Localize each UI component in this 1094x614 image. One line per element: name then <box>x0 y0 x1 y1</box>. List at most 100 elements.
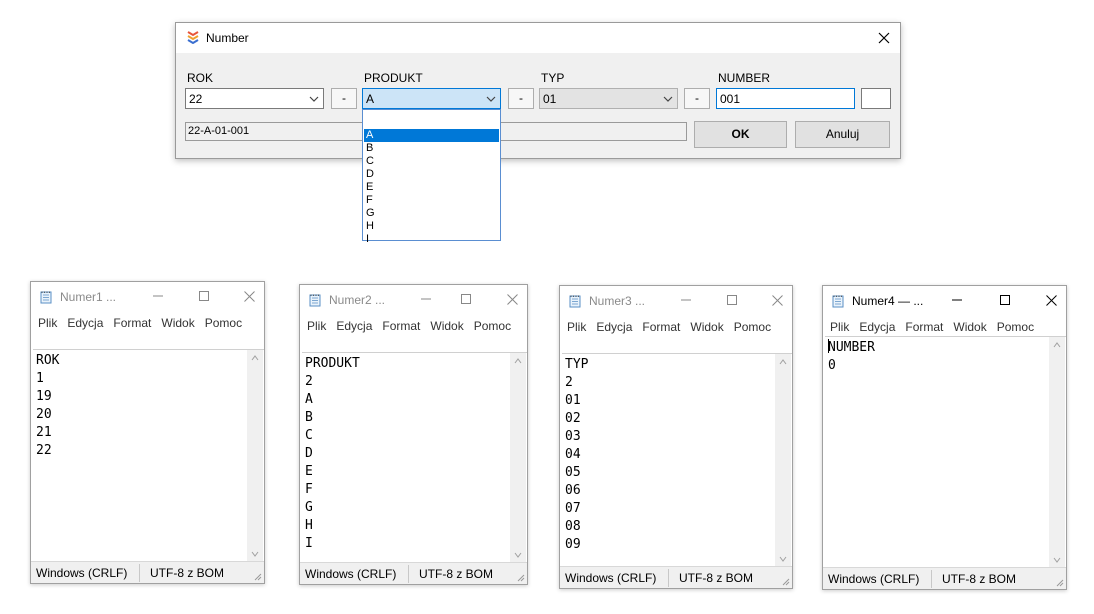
extra-input[interactable] <box>861 88 891 109</box>
menu-item[interactable]: Edycja <box>67 314 103 333</box>
produkt-dropdown-list[interactable]: ABCDEFGHI <box>362 109 501 245</box>
status-divider <box>408 565 409 583</box>
menu-item[interactable]: Pomoc <box>997 318 1034 337</box>
chevron-down-icon <box>486 96 496 102</box>
scroll-down-icon[interactable] <box>513 550 523 560</box>
scroll-up-icon[interactable] <box>778 357 788 367</box>
close-button[interactable] <box>239 286 259 306</box>
text-line: C <box>305 428 313 443</box>
menu-item[interactable]: Format <box>905 318 943 337</box>
scroll-down-icon[interactable] <box>1052 555 1062 565</box>
menu-item[interactable]: Format <box>642 318 680 337</box>
text-editor[interactable]: NUMBER 0 <box>825 336 1066 568</box>
notepad-title: Numer3 ... <box>589 294 646 308</box>
text-line: 03 <box>565 429 581 444</box>
close-button[interactable] <box>1041 290 1061 310</box>
minimize-button[interactable] <box>676 290 696 310</box>
menu-item[interactable]: Pomoc <box>734 318 771 337</box>
scroll-down-icon[interactable] <box>778 554 788 564</box>
menu-item[interactable]: Edycja <box>859 318 895 337</box>
menu-item[interactable]: Edycja <box>336 317 372 336</box>
number-input[interactable]: 001 <box>716 88 855 109</box>
menu-item[interactable]: Plik <box>830 318 849 337</box>
scroll-up-icon[interactable] <box>513 356 523 366</box>
minimize-button[interactable] <box>148 286 168 306</box>
close-button[interactable] <box>872 26 896 50</box>
notepad-window-4: Numer4 — ... Plik Edycja Format Widok Pomoc NU… <box>822 285 1067 590</box>
dropdown-option[interactable]: B <box>364 142 499 155</box>
scroll-up-icon[interactable] <box>250 353 260 363</box>
separator-button-3[interactable]: - <box>684 88 710 109</box>
separator-button-2[interactable]: - <box>508 88 534 109</box>
text-line: TYP <box>565 357 589 372</box>
maximize-icon <box>199 291 209 301</box>
resize-grip-icon[interactable] <box>1056 579 1064 587</box>
ok-button[interactable]: OK <box>694 121 787 148</box>
menu-item[interactable]: Pomoc <box>205 314 242 333</box>
text-line: D <box>305 446 313 461</box>
dropdown-option[interactable]: D <box>364 168 499 181</box>
dropdown-option[interactable]: H <box>364 220 499 233</box>
typ-combobox[interactable]: 01 <box>539 88 678 109</box>
menu-bar: Plik Edycja Format Widok Pomoc <box>830 318 1061 337</box>
dropdown-option[interactable]: G <box>364 207 499 220</box>
dropdown-option[interactable]: A <box>364 129 499 142</box>
scroll-up-icon[interactable] <box>1052 340 1062 350</box>
text-line: 20 <box>36 407 52 422</box>
notepad-title: Numer1 ... <box>60 290 117 304</box>
close-button[interactable] <box>767 290 787 310</box>
minimize-button[interactable] <box>947 290 967 310</box>
menu-item[interactable]: Format <box>382 317 420 336</box>
menu-item[interactable]: Format <box>113 314 151 333</box>
produkt-combobox[interactable]: A <box>362 88 501 109</box>
menu-item[interactable]: Widok <box>430 317 463 336</box>
minimize-button[interactable] <box>416 289 436 309</box>
menu-item[interactable]: Plik <box>307 317 326 336</box>
text-line: I <box>305 536 313 551</box>
vertical-scrollbar[interactable] <box>247 350 263 562</box>
status-divider <box>931 570 932 588</box>
menu-item[interactable]: Widok <box>690 318 723 337</box>
status-line-endings: Windows (CRLF) <box>565 571 657 585</box>
resize-grip-icon[interactable] <box>782 578 790 586</box>
notepad-title: Numer4 — ... <box>852 294 924 308</box>
maximize-button[interactable] <box>995 290 1015 310</box>
status-line-endings: Windows (CRLF) <box>36 566 128 580</box>
vertical-scrollbar[interactable] <box>775 354 791 567</box>
rok-label: ROK <box>187 71 214 85</box>
text-editor[interactable]: ROK 1 19 20 21 22 <box>33 349 264 562</box>
text-editor[interactable]: TYP 2 01 02 03 04 05 06 07 08 09 <box>562 353 792 567</box>
menu-item[interactable]: Plik <box>38 314 57 333</box>
menu-item[interactable]: Pomoc <box>474 317 511 336</box>
dropdown-option[interactable] <box>364 116 499 129</box>
text-line: 05 <box>565 465 581 480</box>
menu-item[interactable]: Edycja <box>596 318 632 337</box>
maximize-button[interactable] <box>456 289 476 309</box>
separator-button-1[interactable]: - <box>331 88 357 109</box>
text-editor[interactable]: PRODUKT 2 A B C D E F G H I <box>302 352 527 563</box>
chevron-down-icon <box>309 96 319 102</box>
text-line: 08 <box>565 519 581 534</box>
dropdown-option[interactable]: I <box>364 233 499 246</box>
text-line: 22 <box>36 443 52 458</box>
dropdown-option[interactable]: F <box>364 194 499 207</box>
cancel-button[interactable]: Anuluj <box>795 121 890 148</box>
vertical-scrollbar[interactable] <box>510 353 526 563</box>
maximize-button[interactable] <box>722 290 742 310</box>
resize-grip-icon[interactable] <box>517 574 525 582</box>
dropdown-option[interactable]: E <box>364 181 499 194</box>
menu-item[interactable]: Widok <box>161 314 194 333</box>
maximize-button[interactable] <box>194 286 214 306</box>
status-bar: Windows (CRLF) UTF-8 z BOM <box>560 566 792 588</box>
menu-item[interactable]: Plik <box>567 318 586 337</box>
maximize-icon <box>727 295 737 305</box>
resize-grip-icon[interactable] <box>254 573 262 581</box>
status-bar: Windows (CRLF) UTF-8 z BOM <box>823 567 1066 589</box>
close-button[interactable] <box>502 289 522 309</box>
dropdown-option[interactable]: C <box>364 155 499 168</box>
menu-item[interactable]: Widok <box>953 318 986 337</box>
vertical-scrollbar[interactable] <box>1049 337 1065 568</box>
scroll-down-icon[interactable] <box>250 549 260 559</box>
rok-combobox[interactable]: 22 <box>185 88 324 109</box>
text-line: B <box>305 410 313 425</box>
